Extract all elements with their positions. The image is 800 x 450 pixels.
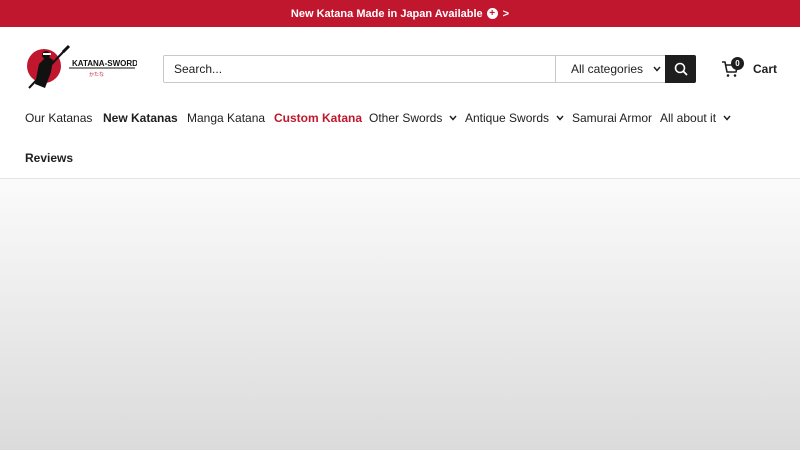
search-bar: All categories	[163, 55, 696, 83]
chevron-down-icon	[723, 115, 731, 121]
logo-subtitle: かたな	[89, 71, 104, 78]
nav-label: Our Katanas	[25, 111, 93, 125]
nav-our-katanas[interactable]: Our Katanas	[25, 111, 92, 125]
nav-label: Reviews	[25, 151, 74, 165]
announcement-bar[interactable]: New Katana Made in Japan Available + >	[0, 0, 800, 27]
plus-circle-icon: +	[486, 8, 498, 19]
nav-label: New Katanas	[103, 111, 178, 125]
chevron-down-icon	[556, 115, 564, 121]
nav-antique-swords[interactable]: Antique Swords	[465, 111, 564, 125]
chevron-down-icon	[449, 115, 457, 121]
category-select[interactable]: All categories	[555, 56, 665, 82]
logo-wordmark: KATANA-SWORD	[72, 59, 137, 68]
category-select-value: All categories	[571, 62, 644, 76]
cart-label: Cart	[753, 62, 778, 76]
shopping-bag-icon: 0	[721, 57, 744, 78]
search-icon	[674, 62, 688, 76]
nav-label: All about it	[660, 111, 717, 125]
nav-label: Manga Katana	[187, 111, 266, 125]
cart-link[interactable]: 0 Cart	[721, 57, 778, 79]
search-button[interactable]	[665, 55, 696, 83]
announcement-text[interactable]: New Katana Made in Japan Available	[291, 8, 483, 20]
nav-label: Samurai Armor	[572, 111, 653, 125]
nav-label: Antique Swords	[465, 111, 550, 125]
nav-label: Other Swords	[369, 111, 443, 125]
nav-custom-katana[interactable]: Custom Katana	[274, 111, 362, 125]
nav-reviews[interactable]: Reviews	[25, 151, 73, 165]
hero-banner-placeholder	[0, 179, 800, 450]
site-logo[interactable]: KATANA-SWORD かたな	[25, 44, 138, 94]
search-input[interactable]	[164, 56, 555, 82]
nav-all-about-it[interactable]: All about it	[660, 111, 731, 125]
nav-other-swords[interactable]: Other Swords	[369, 111, 457, 125]
nav-manga-katana[interactable]: Manga Katana	[187, 111, 265, 125]
nav-samurai-armor[interactable]: Samurai Armor	[572, 111, 652, 125]
announcement-arrow: >	[502, 7, 510, 20]
nav-new-katanas[interactable]: New Katanas	[103, 111, 178, 125]
chevron-down-icon	[653, 66, 661, 72]
cart-count-badge: 0	[731, 57, 744, 70]
nav-label: Custom Katana	[274, 111, 363, 125]
samurai-logo-icon: KATANA-SWORD かたな	[27, 44, 138, 89]
